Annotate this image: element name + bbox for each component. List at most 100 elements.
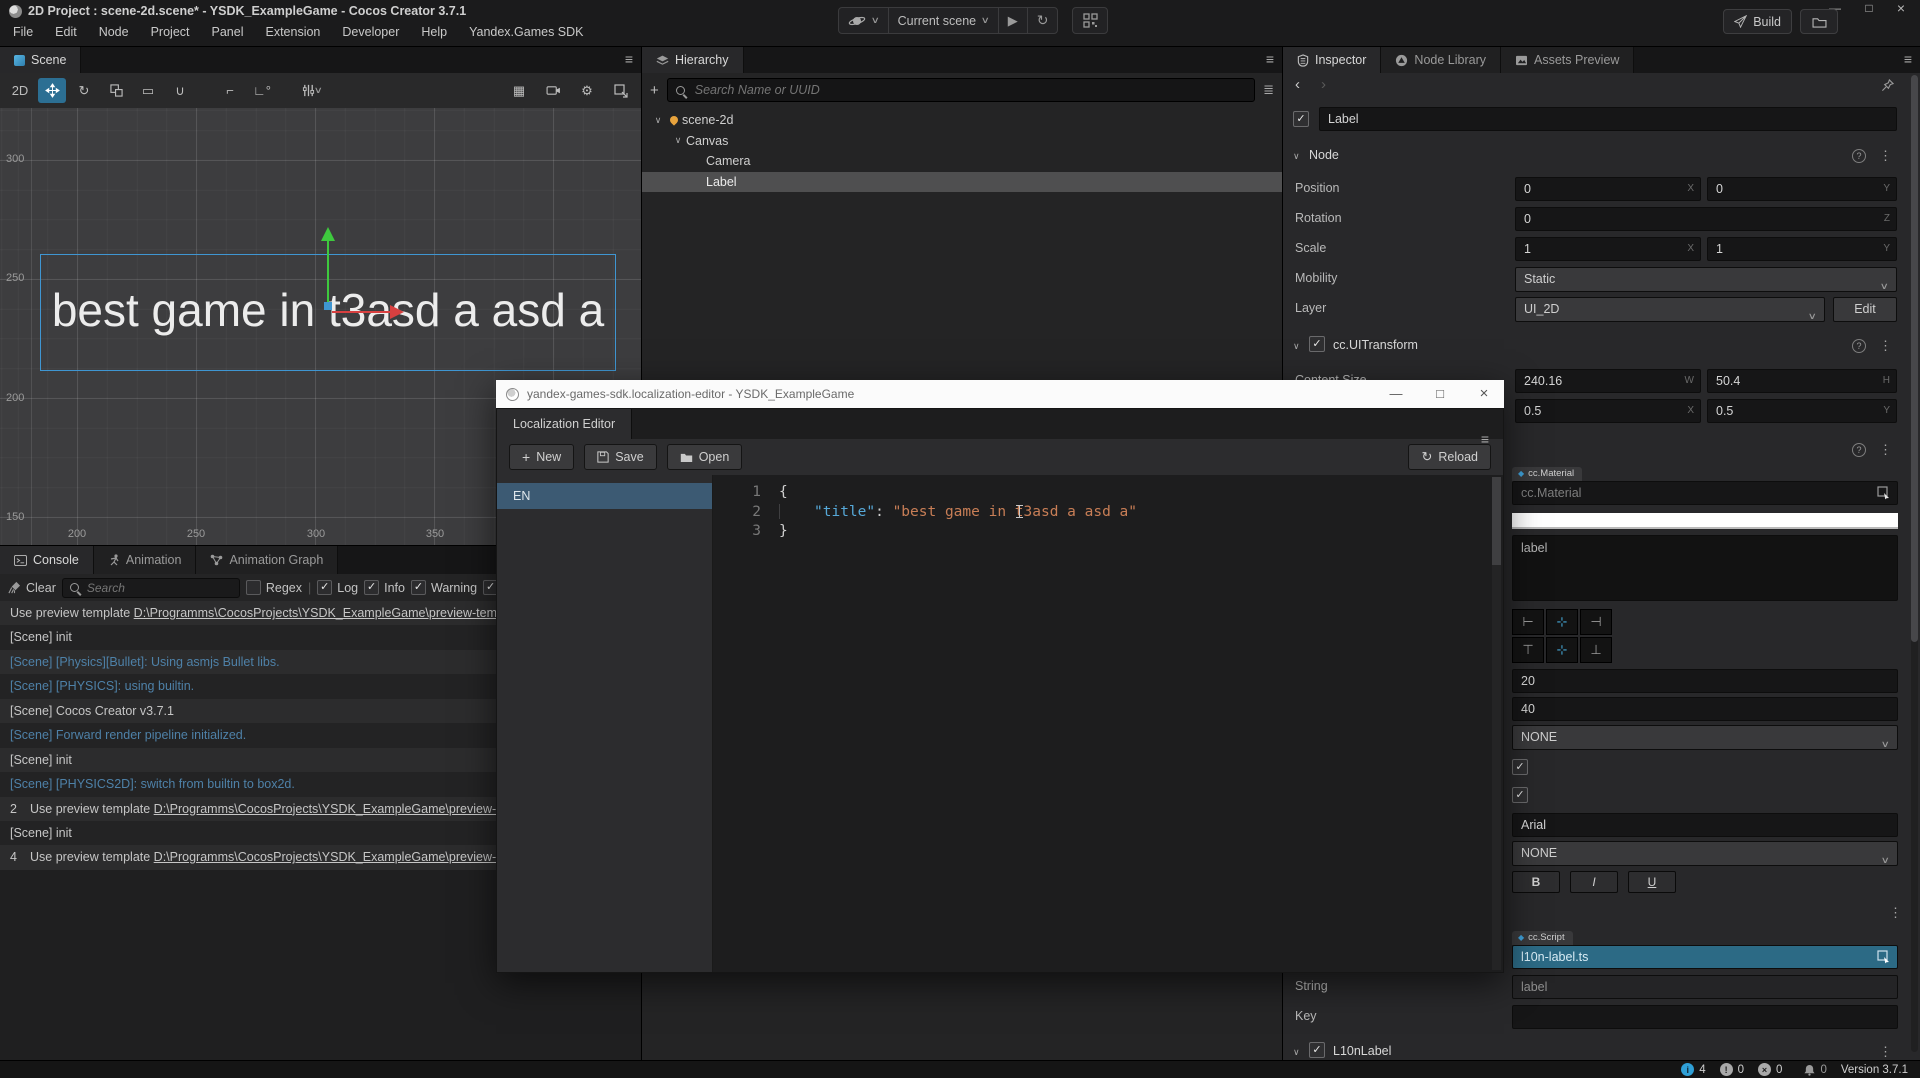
code-line[interactable]: 3} — [713, 522, 1503, 542]
history-forward-button[interactable]: › — [1321, 76, 1326, 93]
hierarchy-panel-menu-icon[interactable]: ≡ — [1266, 51, 1274, 67]
preview-target-dropdown[interactable]: ∨ — [839, 8, 889, 33]
new-button[interactable]: + New — [509, 444, 574, 470]
hierarchy-search[interactable] — [667, 78, 1255, 102]
hierarchy-search-input[interactable] — [693, 82, 1246, 98]
italic-button[interactable]: I — [1570, 871, 1618, 893]
scene-camera-button[interactable] — [539, 78, 567, 103]
label-color-bar[interactable] — [1512, 513, 1898, 529]
status-warnings[interactable]: ! 0 — [1720, 1063, 1744, 1076]
content-size-h-field[interactable]: 50.4H — [1707, 369, 1897, 393]
font-size-field[interactable]: 20 — [1512, 669, 1898, 693]
mode-2d-button[interactable]: 2D — [6, 78, 34, 103]
dialog-titlebar[interactable]: yandex-games-sdk.localization-editor - Y… — [496, 380, 1504, 408]
font-family-field[interactable]: Arial — [1512, 813, 1898, 837]
status-notifications[interactable]: 0 — [1804, 1064, 1826, 1076]
material-field[interactable]: cc.Material — [1512, 481, 1898, 505]
scene-settings-button[interactable]: ⚙ — [573, 78, 601, 103]
status-info[interactable]: i 4 — [1681, 1063, 1705, 1076]
filter-checkbox-regex[interactable] — [246, 580, 261, 595]
open-button[interactable]: Open — [667, 444, 743, 470]
layer-edit-button[interactable]: Edit — [1833, 297, 1897, 322]
help-icon[interactable]: ? — [1852, 339, 1866, 353]
section-menu-icon[interactable]: ⋮ — [1879, 442, 1892, 458]
line-height-field[interactable]: 40 — [1512, 697, 1898, 721]
scene-export-button[interactable] — [607, 78, 635, 103]
align-left-button[interactable]: ⊢ — [1512, 609, 1544, 635]
hierarchy-list-options-icon[interactable]: ≣ — [1263, 82, 1274, 98]
tree-node-label[interactable]: Label — [642, 172, 1282, 193]
menu-item-help[interactable]: Help — [410, 22, 458, 42]
align-middle-button[interactable]: ⊹ — [1546, 637, 1578, 663]
string-value-field[interactable]: label — [1512, 975, 1898, 999]
tab-inspector[interactable]: Inspector — [1283, 47, 1381, 73]
layer-dropdown[interactable]: UI_2D∨ — [1515, 297, 1825, 322]
editor-scrollbar[interactable] — [1492, 477, 1501, 970]
menu-item-file[interactable]: File — [2, 22, 44, 42]
snap-settings-button[interactable]: ∨ — [298, 78, 326, 103]
align-bottom-button[interactable]: ⊥ — [1580, 637, 1612, 663]
help-icon[interactable]: ? — [1852, 149, 1866, 163]
section-menu-icon[interactable]: ⋮ — [1879, 338, 1892, 354]
menu-item-node[interactable]: Node — [88, 22, 140, 42]
position-y-field[interactable]: 0Y — [1707, 177, 1897, 201]
content-size-w-field[interactable]: 240.16W — [1515, 369, 1701, 393]
label-option-checkbox-1[interactable] — [1512, 759, 1528, 775]
save-button[interactable]: Save — [584, 444, 657, 470]
inspector-panel-menu-icon[interactable]: ≡ — [1904, 51, 1912, 67]
filter-checkbox-info[interactable] — [364, 580, 379, 595]
position-x-field[interactable]: 0X — [1515, 177, 1701, 201]
rotation-z-field[interactable]: 0Z — [1515, 207, 1897, 231]
log-link[interactable]: D:\Programms\CocosProjects\YSDK_ExampleG… — [154, 850, 517, 864]
console-search-input[interactable] — [85, 580, 215, 596]
status-errors[interactable]: × 0 — [1758, 1063, 1782, 1076]
tab-node-library[interactable]: Node Library — [1381, 47, 1501, 73]
maximize-button[interactable]: □ — [1854, 0, 1884, 18]
align-center-button[interactable]: ⊹ — [1546, 609, 1578, 635]
uitransform-enabled-checkbox[interactable] — [1309, 336, 1325, 352]
menu-item-project[interactable]: Project — [140, 22, 201, 42]
chevron-down-icon[interactable]: ∨ — [1293, 151, 1300, 162]
gizmo-tool-button[interactable]: ∪ — [166, 78, 194, 103]
tab-localization-editor[interactable]: Localization Editor — [497, 409, 632, 439]
move-tool-button[interactable] — [38, 78, 66, 103]
preview-qr-button[interactable] — [1072, 7, 1108, 34]
language-item-en[interactable]: EN — [497, 483, 712, 509]
code-line[interactable]: 2"title": "best game in t3asd a asd a" — [713, 503, 1503, 523]
grid-visibility-button[interactable]: ▦ — [505, 78, 533, 103]
console-search[interactable] — [62, 578, 240, 598]
anchor-x-field[interactable]: 0.5X — [1515, 399, 1701, 423]
mobility-dropdown[interactable]: Static∨ — [1515, 267, 1897, 292]
code-line[interactable]: 1{ — [713, 483, 1503, 503]
menu-item-extension[interactable]: Extension — [254, 22, 331, 42]
tree-node-camera[interactable]: Camera — [642, 151, 1282, 172]
scale-x-field[interactable]: 1X — [1515, 237, 1701, 261]
chevron-down-icon[interactable]: ∨ — [650, 115, 666, 126]
help-icon[interactable]: ? — [1852, 443, 1866, 457]
menu-item-developer[interactable]: Developer — [331, 22, 410, 42]
label-string-textarea[interactable]: label — [1512, 535, 1898, 601]
rotation-space-button[interactable]: ∟° — [248, 78, 276, 103]
filter-checkbox-log[interactable] — [317, 580, 332, 595]
pin-icon[interactable] — [1881, 79, 1894, 92]
inspector-scrollbar[interactable] — [1911, 75, 1918, 1052]
align-right-button[interactable]: ⊣ — [1580, 609, 1612, 635]
json-editor[interactable]: 1{2"title": "best game in t3asd a asd a"… — [713, 475, 1503, 972]
bold-button[interactable]: B — [1512, 871, 1560, 893]
create-node-button[interactable]: + — [650, 82, 659, 99]
align-top-button[interactable]: ⊤ — [1512, 637, 1544, 663]
history-back-button[interactable]: ‹ — [1295, 76, 1300, 93]
log-link[interactable]: D:\Programms\CocosProjects\YSDK_ExampleG… — [134, 606, 517, 620]
menu-item-panel[interactable]: Panel — [201, 22, 255, 42]
gizmo-y-axis[interactable] — [327, 240, 329, 306]
node-active-checkbox[interactable] — [1293, 111, 1309, 127]
rect-tool-button[interactable]: ▭ — [134, 78, 162, 103]
key-value-field[interactable] — [1512, 1005, 1898, 1029]
tree-node-canvas[interactable]: ∨Canvas — [642, 131, 1282, 152]
dialog-minimize-button[interactable]: — — [1376, 380, 1416, 408]
gizmo-x-axis[interactable] — [332, 311, 390, 313]
open-project-folder-button[interactable] — [1800, 9, 1838, 34]
reload-button[interactable]: ↻ Reload — [1408, 444, 1491, 470]
build-button[interactable]: Build — [1723, 9, 1792, 34]
script-file-field[interactable]: l10n-label.ts — [1512, 945, 1898, 969]
